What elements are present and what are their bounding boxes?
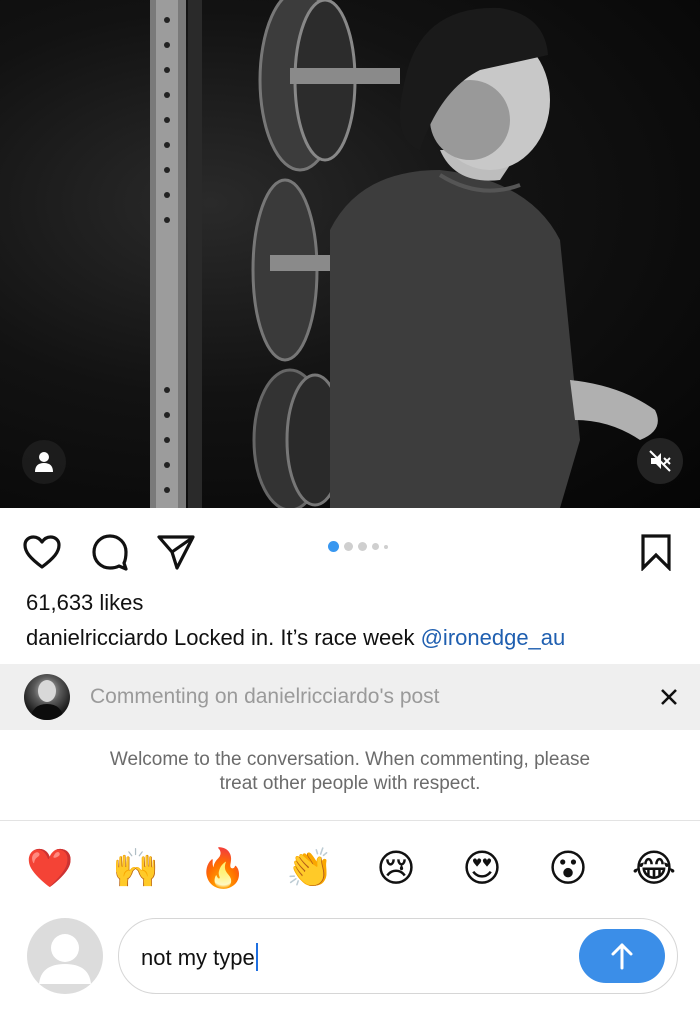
likes-count[interactable]: 61,633 likes: [26, 590, 143, 616]
welcome-line-2: treat other people with respect.: [219, 773, 481, 794]
carousel-dot-active: [328, 541, 339, 552]
comment-input-text[interactable]: not my type: [141, 943, 258, 971]
mute-toggle-button[interactable]: [637, 438, 683, 484]
post-actions: [0, 508, 700, 586]
save-button[interactable]: [634, 530, 678, 574]
comment-bubble-icon: [92, 534, 128, 571]
comment-button[interactable]: [88, 530, 132, 574]
person-tag-icon: [35, 452, 53, 472]
commenting-label: Commenting on danielricciardo's post: [90, 685, 440, 708]
caption-username[interactable]: danielricciardo: [26, 625, 168, 650]
default-avatar-icon: [39, 934, 91, 984]
emoji-crying-face[interactable]: 😢: [370, 842, 422, 894]
paper-plane-icon: [157, 535, 195, 570]
caption-text: Locked in. It’s race week: [167, 625, 421, 650]
post-caption: danielricciardo Locked in. It’s race wee…: [26, 625, 565, 651]
welcome-line-1: Welcome to the conversation. When commen…: [109, 749, 591, 770]
emoji-heart-eyes[interactable]: 😍: [456, 842, 508, 894]
caption-mention-link[interactable]: @ironedge_au: [421, 625, 566, 650]
close-commenting-button[interactable]: [654, 682, 684, 712]
post-comment-button[interactable]: [579, 929, 665, 983]
carousel-dot: [372, 543, 379, 550]
commenting-banner: Commenting on danielricciardo's post: [0, 664, 700, 730]
arrow-up-icon: [611, 943, 633, 970]
emoji-quick-bar: ❤️ 🙌 🔥 👏 😢 😍 😮 😂: [0, 842, 700, 894]
current-user-avatar: [27, 918, 103, 994]
sound-muted-icon: [649, 450, 671, 472]
carousel-dot: [358, 542, 367, 551]
emoji-raising-hands[interactable]: 🙌: [110, 842, 162, 894]
text-caret: [255, 943, 258, 971]
emoji-fire[interactable]: 🔥: [197, 842, 249, 894]
comment-input[interactable]: not my type: [118, 918, 678, 994]
carousel-indicator: [328, 541, 388, 552]
carousel-dot: [344, 542, 353, 551]
share-button[interactable]: [154, 530, 198, 574]
bookmark-outline-icon: [641, 534, 671, 571]
carousel-dot: [384, 544, 388, 549]
emoji-surprised-face[interactable]: 😮: [542, 842, 594, 894]
like-button[interactable]: [20, 530, 64, 574]
divider: [0, 820, 700, 821]
post-author-avatar: [24, 674, 70, 720]
tag-people-button[interactable]: [22, 440, 66, 484]
author-avatar-image: [30, 680, 64, 720]
emoji-laughing-tears[interactable]: 😂: [628, 842, 680, 894]
comment-input-value: not my type: [141, 945, 255, 970]
photo-scene: [150, 0, 658, 508]
post-photo[interactable]: [0, 0, 700, 508]
emoji-clapping-hands[interactable]: 👏: [284, 842, 336, 894]
heart-outline-icon: [23, 535, 61, 569]
welcome-notice: Welcome to the conversation. When commen…: [0, 748, 700, 796]
close-x-icon: [661, 689, 677, 705]
emoji-red-heart[interactable]: ❤️: [24, 842, 76, 894]
